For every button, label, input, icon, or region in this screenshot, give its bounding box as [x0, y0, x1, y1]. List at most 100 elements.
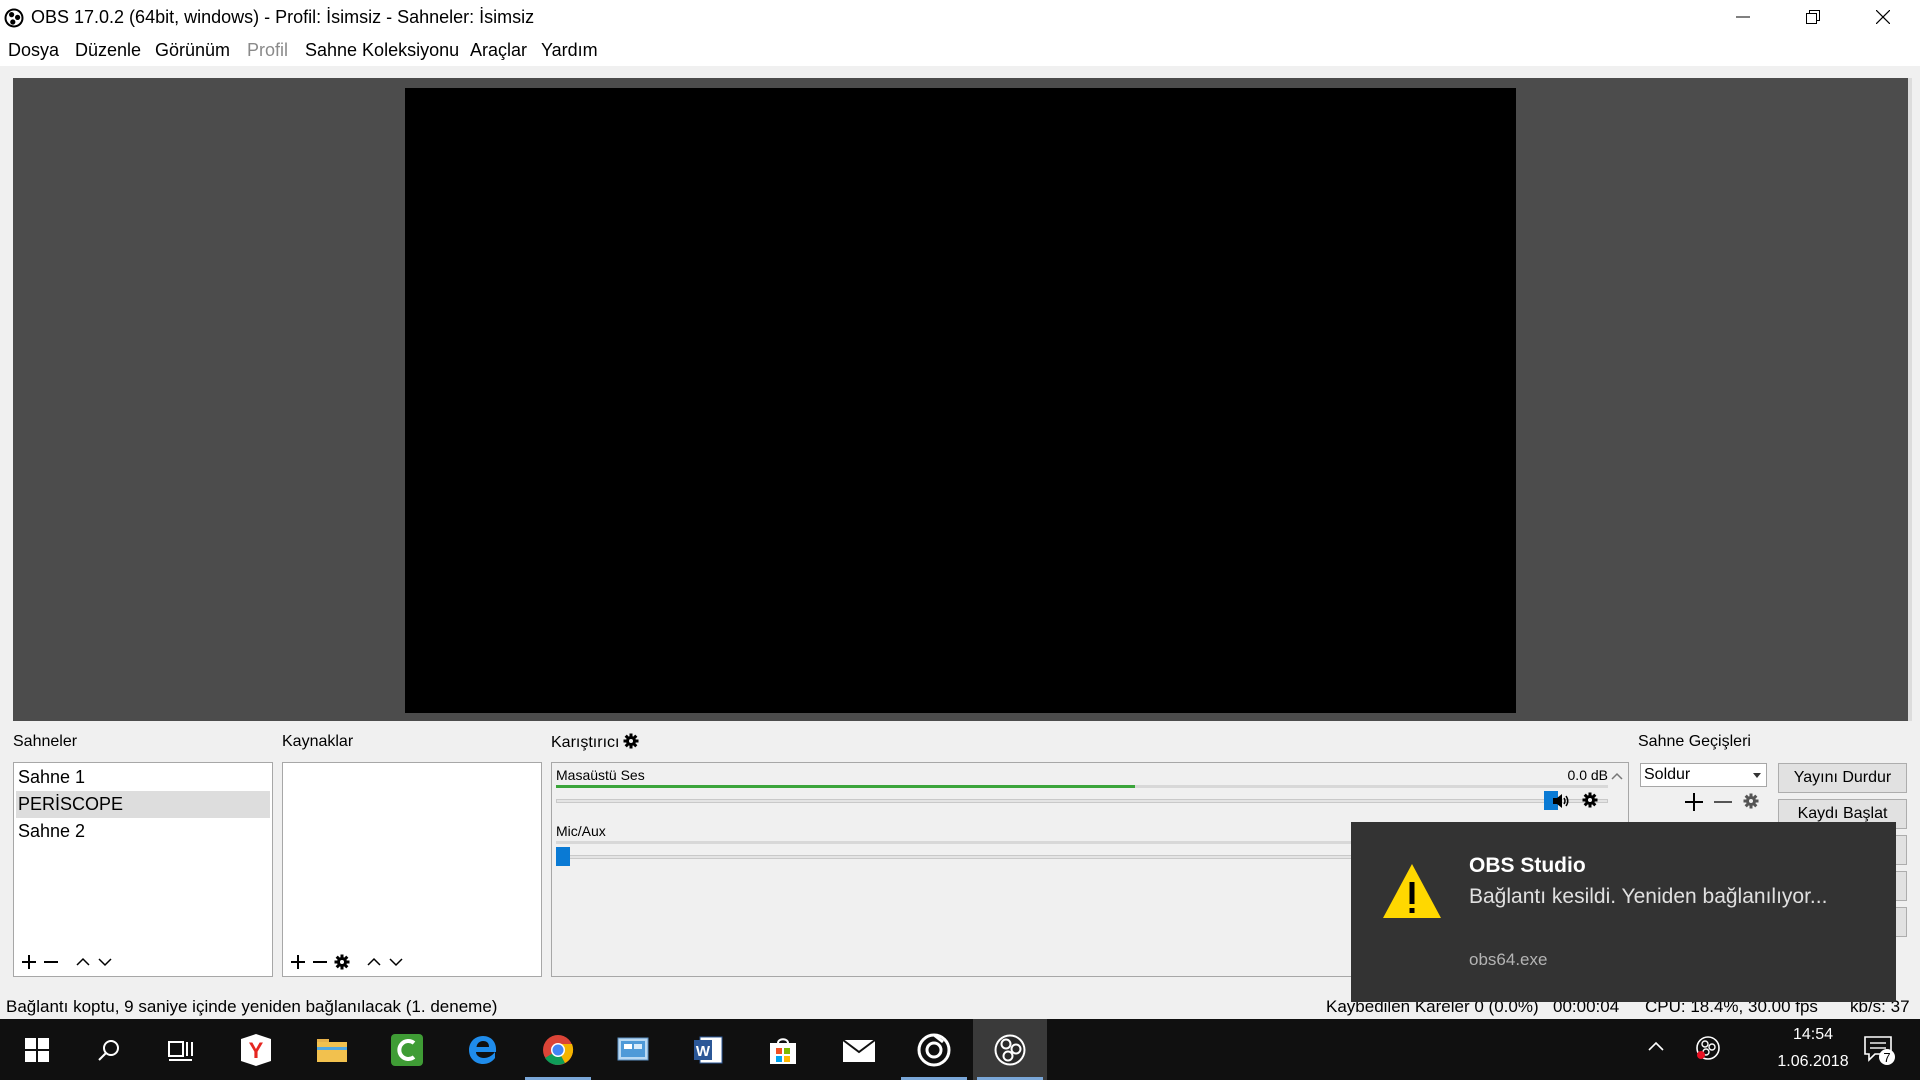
chevron-up-icon: [367, 957, 381, 966]
add-source-button[interactable]: [287, 951, 309, 973]
scene-item-selected[interactable]: PERİSCOPE: [16, 791, 270, 818]
folder-icon: [317, 1038, 347, 1062]
mute-button[interactable]: [1552, 792, 1572, 810]
mixer-gear-icon[interactable]: [623, 733, 639, 749]
remove-scene-button[interactable]: [40, 951, 62, 973]
transitions-title: Sahne Geçişleri: [1638, 733, 1751, 750]
clock-date[interactable]: 1.06.2018: [1768, 1053, 1858, 1071]
restore-icon: [1806, 10, 1820, 24]
transition-select[interactable]: Soldur: [1640, 763, 1767, 787]
stop-stream-button[interactable]: Yayını Durdur: [1778, 763, 1907, 793]
channel-settings-button[interactable]: [1582, 792, 1600, 810]
minus-icon: [44, 961, 58, 963]
add-scene-button[interactable]: [18, 951, 40, 973]
tray-obs-button[interactable]: [1695, 1035, 1723, 1063]
taskbar-app-chrome[interactable]: [521, 1019, 595, 1080]
menu-edit[interactable]: Düzenle: [75, 40, 141, 61]
taskbar-app-store[interactable]: [746, 1019, 820, 1080]
taskbar-app-camtasia[interactable]: [370, 1019, 444, 1080]
move-scene-down-button[interactable]: [94, 951, 116, 973]
menu-help[interactable]: Yardım: [541, 40, 598, 61]
obs-tray-icon: [1696, 1036, 1720, 1060]
preview-canvas[interactable]: [405, 88, 1516, 713]
transition-select-value: Soldur: [1644, 766, 1691, 783]
action-center-button[interactable]: 7: [1862, 1034, 1898, 1066]
control-panel-icon: [617, 1037, 649, 1060]
status-message: Bağlantı koptu, 9 saniye içinde yeniden …: [6, 997, 498, 1016]
sources-toolbar: [285, 951, 425, 973]
taskbar-app-mail[interactable]: [822, 1019, 896, 1080]
close-button[interactable]: [1848, 0, 1918, 34]
search-icon: [98, 1039, 119, 1061]
move-source-down-button[interactable]: [385, 951, 407, 973]
taskbar-app-word[interactable]: W: [671, 1019, 745, 1080]
gear-icon: [334, 954, 350, 970]
word-icon: W: [694, 1036, 723, 1063]
scenes-toolbar: [16, 951, 136, 973]
obs-logo-icon: [4, 8, 24, 28]
menu-scene-collection[interactable]: Sahne Koleksiyonu: [305, 40, 459, 61]
scene-item[interactable]: Sahne 2: [16, 818, 270, 845]
chevron-down-icon: [98, 958, 112, 967]
remove-source-button[interactable]: [309, 951, 331, 973]
taskbar-app-yandex[interactable]: Y: [219, 1019, 293, 1080]
taskbar-app-control-panel[interactable]: [596, 1019, 670, 1080]
search-button[interactable]: [72, 1019, 146, 1080]
minus-icon: [313, 961, 327, 963]
svg-text:W: W: [696, 1043, 711, 1060]
toast-notification[interactable]: OBS Studio Bağlantı kesildi. Yeniden bağ…: [1351, 822, 1896, 1002]
notification-count: 7: [1883, 1050, 1890, 1065]
menu-file[interactable]: Dosya: [8, 40, 59, 61]
yandex-browser-icon: Y: [241, 1033, 271, 1066]
recorder-icon: [917, 1033, 951, 1066]
volume-slider-handle[interactable]: [556, 847, 570, 866]
notification-icon: 7: [1864, 1036, 1895, 1065]
taskbar-app-recorder[interactable]: [897, 1019, 971, 1080]
title-bar: OBS 17.0.2 (64bit, windows) - Profil: İs…: [0, 0, 1920, 36]
scenes-title: Sahneler: [13, 733, 78, 750]
speaker-icon: [1553, 794, 1569, 808]
taskbar-app-obs[interactable]: [973, 1019, 1047, 1080]
scenes-list[interactable]: Sahne 1 PERİSCOPE Sahne 2: [13, 762, 273, 977]
channel-db: 0.0 dB: [1567, 767, 1608, 783]
window-title: OBS 17.0.2 (64bit, windows) - Profil: İs…: [31, 7, 535, 27]
channel-name: Mic/Aux: [556, 823, 606, 839]
mixer-title: Karıştırıcı: [551, 733, 639, 752]
remove-transition-button[interactable]: [1713, 791, 1735, 813]
store-icon: [770, 1037, 796, 1064]
task-view-button[interactable]: [144, 1019, 218, 1080]
camtasia-icon: [391, 1033, 423, 1066]
show-hidden-icons-button[interactable]: [1646, 1037, 1670, 1061]
move-scene-up-button[interactable]: [72, 951, 94, 973]
menu-profile[interactable]: Profil: [247, 40, 288, 61]
windows-logo-icon: [25, 1037, 49, 1062]
restore-button[interactable]: [1778, 0, 1848, 34]
chevron-up-icon: [76, 957, 90, 966]
sources-title: Kaynaklar: [282, 733, 354, 750]
chevron-down-icon: [389, 958, 403, 967]
clock-time[interactable]: 14:54: [1768, 1026, 1858, 1044]
volume-slider[interactable]: [556, 799, 1608, 803]
menu-view[interactable]: Görünüm: [155, 40, 230, 61]
warning-icon: [1383, 864, 1441, 918]
move-source-up-button[interactable]: [363, 951, 385, 973]
taskbar-app-edge[interactable]: [446, 1019, 520, 1080]
menu-tools[interactable]: Araçlar: [470, 40, 527, 61]
add-transition-button[interactable]: [1683, 791, 1707, 813]
minus-icon: [1714, 801, 1732, 803]
plus-icon: [22, 955, 36, 969]
minimize-button[interactable]: [1708, 0, 1778, 34]
mixer-scroll-up-icon[interactable]: [1610, 770, 1624, 782]
start-button[interactable]: [0, 1019, 74, 1080]
gear-icon: [1743, 793, 1759, 809]
volume-meter-fill: [556, 785, 1135, 788]
taskbar: Y W 14:54 1.06.2018 7: [0, 1019, 1920, 1080]
task-view-icon: [168, 1040, 193, 1061]
mail-icon: [842, 1038, 876, 1062]
source-properties-button[interactable]: [331, 951, 353, 973]
taskbar-app-file-explorer[interactable]: [295, 1019, 369, 1080]
volume-meter: [556, 785, 1608, 788]
sources-list[interactable]: [282, 762, 542, 977]
scene-item[interactable]: Sahne 1: [16, 764, 270, 791]
transition-properties-button[interactable]: [1743, 793, 1761, 811]
